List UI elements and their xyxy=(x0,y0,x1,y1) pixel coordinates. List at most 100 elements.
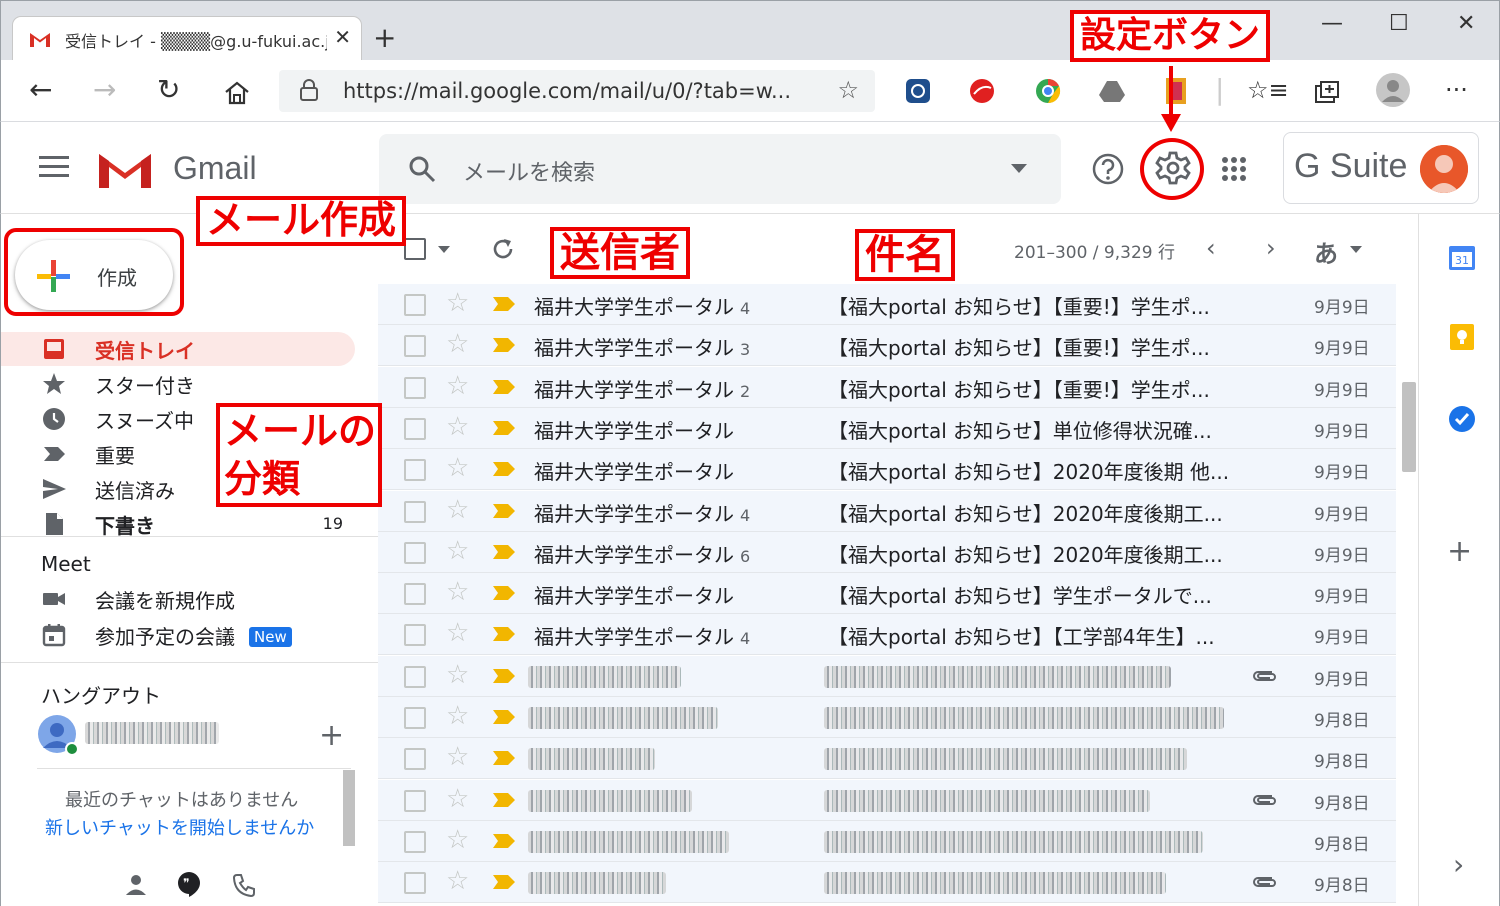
search-bar[interactable]: メールを検索 xyxy=(379,134,1061,204)
mail-row-checkbox[interactable] xyxy=(404,500,426,523)
mail-row-checkbox[interactable] xyxy=(404,583,426,606)
add-addon-icon[interactable]: + xyxy=(1447,534,1472,569)
mail-row[interactable]: ☆ 福井大学学生ポータル 2 【福大portal お知らせ】【重要!】学生ポ... 9月… xyxy=(378,366,1396,408)
star-icon[interactable]: ☆ xyxy=(446,784,469,814)
extension-red-icon[interactable] xyxy=(967,76,997,106)
important-marker-icon[interactable] xyxy=(492,544,516,560)
star-icon[interactable]: ☆ xyxy=(446,288,469,318)
mail-row[interactable]: ☆ 福井大学学生ポータル 【福大portal お知らせ】2020年度後期 他... 9… xyxy=(378,449,1396,491)
mail-row-checkbox[interactable] xyxy=(404,335,426,358)
star-icon[interactable]: ☆ xyxy=(446,618,469,648)
mail-row[interactable]: ☆ 福井大学学生ポータル 【福大portal お知らせ】学生ポータルで... 9月9日 xyxy=(378,573,1396,615)
expand-panel-chevron-right-icon[interactable]: › xyxy=(1453,848,1464,881)
hangouts-user-avatar[interactable] xyxy=(37,714,79,756)
tab-close-icon[interactable]: ✕ xyxy=(334,25,351,49)
mail-row[interactable]: ☆ 福井大学学生ポータル 4 【福大portal お知らせ】【重要!】学生ポ... 9月… xyxy=(378,284,1396,325)
star-icon[interactable]: ☆ xyxy=(446,453,469,483)
important-marker-icon[interactable] xyxy=(492,792,516,808)
important-marker-icon[interactable] xyxy=(492,296,516,312)
mail-row[interactable]: ☆ 9月8日 xyxy=(378,779,1396,821)
new-tab-icon[interactable]: + xyxy=(373,21,396,54)
mail-row[interactable]: ☆ 福井大学学生ポータル 3 【福大portal お知らせ】【重要!】学生ポ... 9月… xyxy=(378,325,1396,367)
important-marker-icon[interactable] xyxy=(492,709,516,725)
important-marker-icon[interactable] xyxy=(492,874,516,890)
extension-chrome-icon[interactable] xyxy=(1033,76,1063,106)
mail-row[interactable]: ☆ 福井大学学生ポータル 【福大portal お知らせ】単位修得状況確... 9月9日 xyxy=(378,407,1396,449)
star-icon[interactable]: ☆ xyxy=(446,866,469,896)
mail-row-checkbox[interactable] xyxy=(404,707,426,729)
mail-row[interactable]: ☆ 9月9日 xyxy=(378,655,1396,697)
input-tools-chevron-down-icon[interactable] xyxy=(1350,246,1362,253)
select-all-checkbox[interactable] xyxy=(404,238,426,260)
account-avatar[interactable] xyxy=(1420,145,1468,193)
important-marker-icon[interactable] xyxy=(492,503,516,519)
hangouts-add-icon[interactable]: + xyxy=(319,718,344,753)
forward-icon[interactable]: → xyxy=(93,74,116,106)
gmail-logo-icon[interactable] xyxy=(97,148,153,190)
mail-row-checkbox[interactable] xyxy=(404,294,426,316)
window-close-icon[interactable]: ✕ xyxy=(1457,11,1475,36)
mail-row-checkbox[interactable] xyxy=(404,376,426,399)
browser-tab[interactable]: 受信トレイ - ▒▒▒▒@g.u-fukui.ac.jp ✕ xyxy=(13,17,361,61)
star-icon[interactable]: ☆ xyxy=(446,371,469,401)
sidebar-item-starred[interactable]: スター付き xyxy=(1,367,355,401)
important-marker-icon[interactable] xyxy=(492,420,516,436)
maximize-icon[interactable]: ☐ xyxy=(1389,11,1409,36)
minimize-icon[interactable]: — xyxy=(1321,11,1343,36)
back-icon[interactable]: ← xyxy=(29,74,52,106)
input-tools-button[interactable]: あ xyxy=(1314,234,1338,269)
search-icon[interactable] xyxy=(407,154,437,184)
calendar-app-icon[interactable]: 31 xyxy=(1447,242,1477,272)
favorite-star-icon[interactable]: ☆ xyxy=(837,76,859,104)
refresh-icon[interactable] xyxy=(490,236,516,262)
mail-row-checkbox[interactable] xyxy=(404,872,426,895)
important-marker-icon[interactable] xyxy=(492,750,516,766)
extension-drive-icon[interactable] xyxy=(1097,76,1127,106)
mail-row[interactable]: ☆ 福井大学学生ポータル 4 【福大portal お知らせ】【工学部4年生】... 9月… xyxy=(378,614,1396,656)
mail-row-checkbox[interactable] xyxy=(404,541,426,564)
favorites-list-icon[interactable]: ☆≡ xyxy=(1247,74,1289,106)
important-marker-icon[interactable] xyxy=(492,337,516,353)
extension-shield-icon[interactable] xyxy=(903,76,933,106)
contacts-icon[interactable] xyxy=(123,872,149,898)
important-marker-icon[interactable] xyxy=(492,626,516,642)
mail-row-checkbox[interactable] xyxy=(404,459,426,482)
important-marker-icon[interactable] xyxy=(492,379,516,395)
select-menu-chevron-down-icon[interactable] xyxy=(438,246,450,253)
mail-row[interactable]: ☆ 福井大学学生ポータル 4 【福大portal お知らせ】2020年度後期工... 9… xyxy=(378,490,1396,532)
star-icon[interactable]: ☆ xyxy=(446,660,469,690)
profile-icon[interactable] xyxy=(1375,72,1411,108)
star-icon[interactable]: ☆ xyxy=(446,701,469,731)
start-new-chat-link[interactable]: 新しいチャットを開始しませんか xyxy=(45,814,314,840)
mail-row[interactable]: ☆ 9月8日 xyxy=(378,697,1396,738)
mail-row[interactable]: ☆ 9月8日 xyxy=(378,820,1396,862)
star-icon[interactable]: ☆ xyxy=(446,495,469,525)
star-icon[interactable]: ☆ xyxy=(446,577,469,607)
home-icon[interactable] xyxy=(223,80,251,106)
star-icon[interactable]: ☆ xyxy=(446,742,469,772)
phone-icon[interactable] xyxy=(231,872,257,898)
help-icon[interactable] xyxy=(1091,152,1125,186)
keep-app-icon[interactable] xyxy=(1447,322,1477,352)
mail-list-scrollbar-thumb[interactable] xyxy=(1402,382,1416,472)
star-icon[interactable]: ☆ xyxy=(446,825,469,855)
important-marker-icon[interactable] xyxy=(492,668,516,684)
star-icon[interactable]: ☆ xyxy=(446,536,469,566)
meet-new-meeting[interactable]: 会議を新規作成 xyxy=(1,582,355,616)
search-options-icon[interactable] xyxy=(1011,164,1027,173)
hangouts-chat-icon[interactable]: ❞ xyxy=(175,870,203,898)
address-bar[interactable]: https://mail.google.com/mail/u/0/?tab=w.… xyxy=(279,70,875,112)
tasks-app-icon[interactable] xyxy=(1447,404,1477,434)
more-menu-icon[interactable]: ··· xyxy=(1445,74,1468,106)
mail-row-checkbox[interactable] xyxy=(404,665,426,688)
mail-row[interactable]: ☆ 福井大学学生ポータル 6 【福大portal お知らせ】2020年度後期工... 9… xyxy=(378,531,1396,573)
meet-join-meeting[interactable]: 参加予定の会議 New xyxy=(1,618,355,652)
important-marker-icon[interactable] xyxy=(492,833,516,849)
mail-row-checkbox[interactable] xyxy=(404,830,426,853)
hangouts-scrollbar[interactable] xyxy=(343,770,355,846)
star-icon[interactable]: ☆ xyxy=(446,329,469,359)
mail-row-checkbox[interactable] xyxy=(404,417,426,440)
google-apps-icon[interactable] xyxy=(1221,156,1247,182)
mail-row[interactable]: ☆ 9月8日 xyxy=(378,862,1396,904)
sidebar-item-inbox[interactable]: 受信トレイ xyxy=(1,332,355,366)
